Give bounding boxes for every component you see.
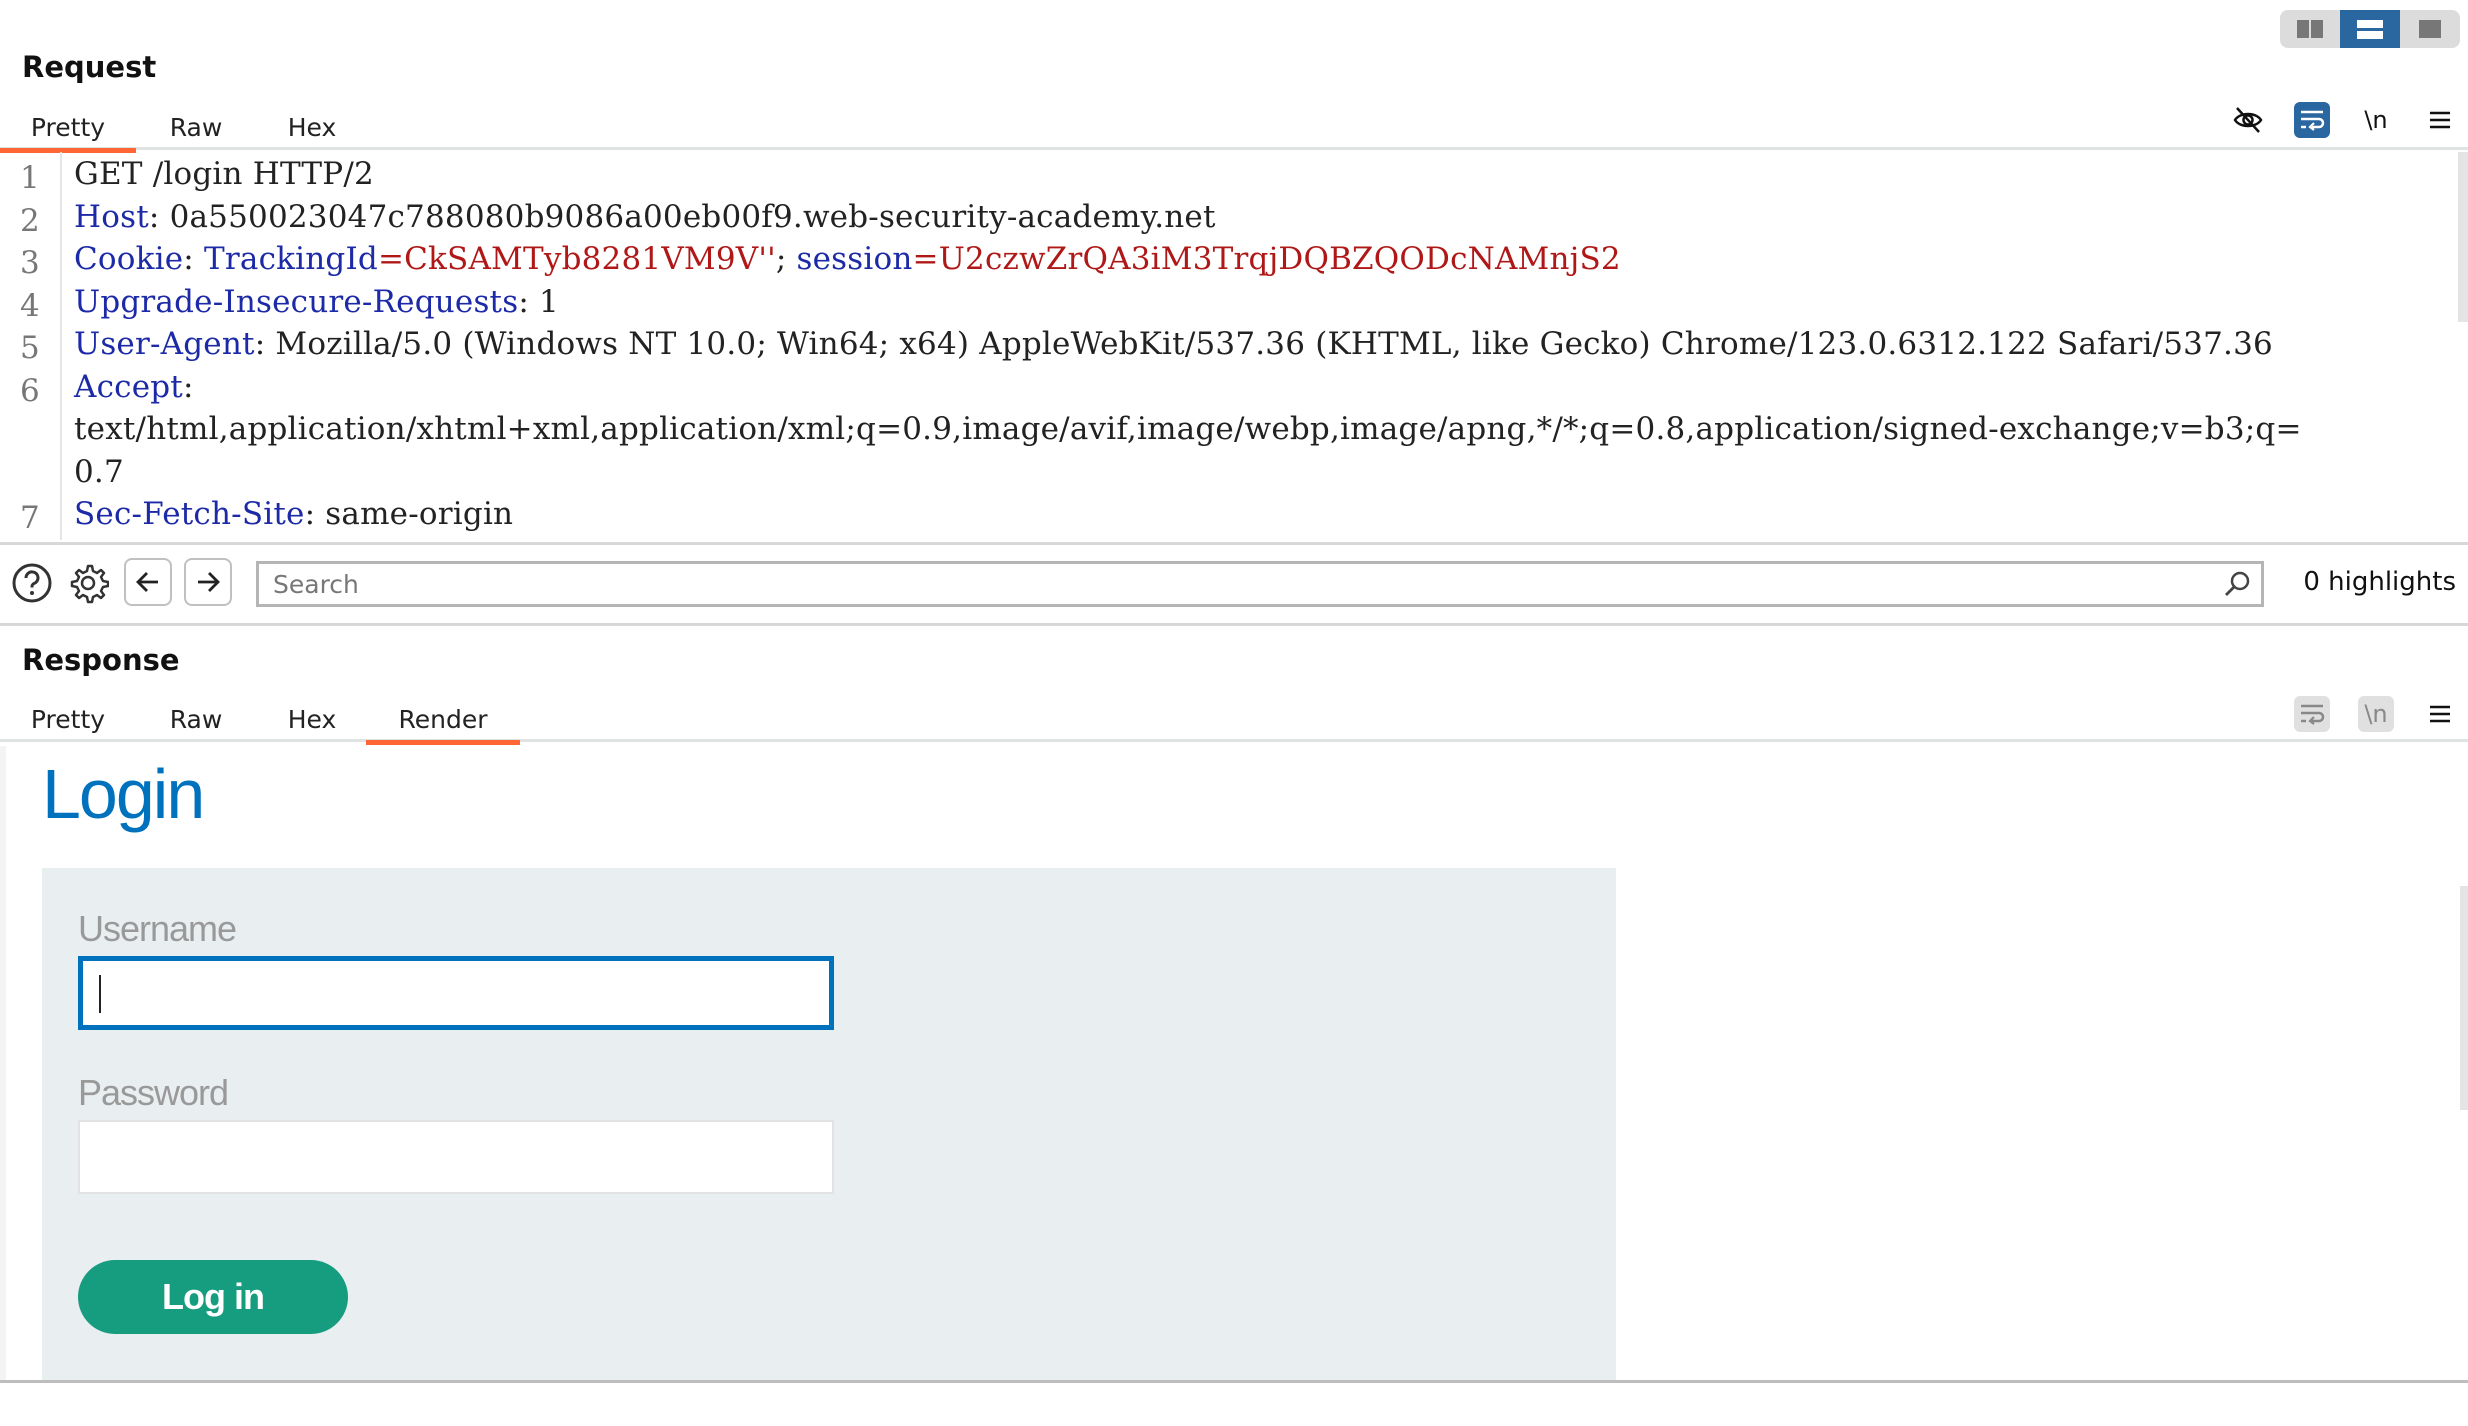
request-tabs: Pretty Raw Hex xyxy=(0,104,2468,153)
header-name: session xyxy=(796,241,913,277)
request-editor[interactable]: 1 GET /login HTTP/2 2 Host: 0a550023047c788… xyxy=(0,152,2468,540)
request-line[interactable]: Accept: xyxy=(74,369,194,405)
hamburger-menu-icon[interactable] xyxy=(2422,102,2458,138)
username-field[interactable] xyxy=(78,956,834,1030)
response-show-newlines-button[interactable]: \n xyxy=(2358,696,2394,732)
response-tab-render[interactable]: Render xyxy=(366,696,520,745)
line-number: 4 xyxy=(20,287,40,324)
line-text: : same-origin xyxy=(304,496,514,532)
request-title: Request xyxy=(22,50,157,84)
header-name: Accept xyxy=(74,368,183,405)
bottom-divider xyxy=(0,1380,2468,1383)
request-scrollbar[interactable] xyxy=(2458,152,2468,322)
header-name: Upgrade-Insecure-Requests xyxy=(74,283,519,320)
line-text: text/html,application/xhtml+xml,applicat… xyxy=(74,411,2302,447)
header-name: User-Agent xyxy=(74,326,255,362)
line-text: : 0a550023047c788080b9086a00eb00f9.web-s… xyxy=(148,198,1216,235)
layout-stacked-button[interactable] xyxy=(2340,10,2400,48)
header-name: Cookie xyxy=(74,241,184,277)
header-name: Sec-Fetch-Site xyxy=(74,496,305,532)
response-tab-pretty[interactable]: Pretty xyxy=(0,696,136,742)
text-wrap-icon xyxy=(2301,704,2325,725)
text-wrap-icon xyxy=(2301,110,2325,131)
login-form: Username Password Log in xyxy=(42,868,1616,1380)
cookie-value: =U2czwZrQA3iM3TrqjDQBZQODcNAMnjS2 xyxy=(912,241,1621,277)
request-line[interactable]: User-Agent: Mozilla/5.0 (Windows NT 10.0… xyxy=(74,326,2273,362)
arrow-left-icon xyxy=(136,572,158,592)
search-input[interactable] xyxy=(256,561,2264,607)
line-number: 3 xyxy=(20,245,40,281)
gear-icon xyxy=(70,564,109,604)
rendered-response: Login Username Password Log in xyxy=(0,746,2468,1380)
highlights-count: 0 highlights xyxy=(2303,567,2456,597)
request-line[interactable]: GET /login HTTP/2 xyxy=(74,156,374,192)
request-line[interactable]: 0.7 xyxy=(74,454,124,490)
search-icon[interactable] xyxy=(2222,569,2252,599)
search-bar: 0 highlights xyxy=(0,542,2468,626)
search-previous-button[interactable] xyxy=(124,558,172,606)
line-number: 5 xyxy=(20,330,40,366)
username-label: Username xyxy=(78,908,237,949)
request-line[interactable]: Cookie: TrackingId=CkSAMTyb8281VM9V''; s… xyxy=(74,241,1621,277)
response-scrollbar[interactable] xyxy=(2460,886,2468,1110)
line-text: : Mozilla/5.0 (Windows NT 10.0; Win64; x… xyxy=(254,326,2273,362)
render-border xyxy=(0,746,6,1380)
text-caret xyxy=(99,975,101,1013)
cookie-value: =CkSAMTyb8281VM9V'' xyxy=(377,241,776,277)
response-menu-button[interactable] xyxy=(2422,696,2458,732)
layout-toggle xyxy=(2280,10,2460,48)
request-tab-pretty[interactable]: Pretty xyxy=(0,104,136,153)
line-number: 6 xyxy=(20,372,40,409)
line-text: 0.7 xyxy=(74,453,124,490)
rows-icon xyxy=(2357,19,2383,39)
line-number: 1 xyxy=(20,160,40,196)
help-icon xyxy=(12,563,52,603)
response-wrap-lines-button[interactable] xyxy=(2294,696,2330,732)
line-text: : xyxy=(182,368,194,405)
response-tab-hex[interactable]: Hex xyxy=(272,696,352,742)
line-text: ; xyxy=(775,241,797,277)
response-toolbar: \n xyxy=(2294,696,2458,732)
password-label: Password xyxy=(78,1072,229,1113)
header-name: Host xyxy=(74,198,149,235)
line-number: 2 xyxy=(20,202,40,239)
arrow-right-icon xyxy=(198,572,220,592)
single-pane-icon xyxy=(2419,20,2441,38)
hamburger-menu-icon xyxy=(2430,705,2450,723)
layout-side-by-side-button[interactable] xyxy=(2280,10,2340,48)
line-number: 7 xyxy=(20,500,40,536)
password-field[interactable] xyxy=(78,1120,834,1194)
line-text: : 1 xyxy=(518,283,559,320)
show-newlines-button[interactable]: \n xyxy=(2358,102,2394,138)
layout-single-button[interactable] xyxy=(2400,10,2460,48)
request-toolbar: \n xyxy=(2230,102,2458,138)
help-button[interactable] xyxy=(10,561,54,605)
request-line[interactable]: Upgrade-Insecure-Requests: 1 xyxy=(74,284,559,320)
line-text: : xyxy=(183,241,204,277)
response-tabs: Pretty Raw Hex Render xyxy=(0,696,2468,745)
line-text: GET /login HTTP/2 xyxy=(74,156,374,192)
login-button[interactable]: Log in xyxy=(78,1260,348,1334)
search-next-button[interactable] xyxy=(184,558,232,606)
request-line[interactable]: Sec-Fetch-Site: same-origin xyxy=(74,496,513,532)
response-tab-raw[interactable]: Raw xyxy=(156,696,236,742)
eye-slash-icon xyxy=(2233,107,2263,133)
request-line[interactable]: Host: 0a550023047c788080b9086a00eb00f9.w… xyxy=(74,199,1216,235)
hide-nonprintable-button[interactable] xyxy=(2230,102,2266,138)
columns-icon xyxy=(2297,20,2323,38)
request-tab-hex[interactable]: Hex xyxy=(272,104,352,150)
header-name: TrackingId xyxy=(204,241,378,277)
request-tab-raw[interactable]: Raw xyxy=(156,104,236,150)
wrap-lines-button[interactable] xyxy=(2294,102,2330,138)
request-line[interactable]: text/html,application/xhtml+xml,applicat… xyxy=(74,411,2302,447)
login-heading: Login xyxy=(42,755,205,833)
response-title: Response xyxy=(22,643,180,677)
settings-button[interactable] xyxy=(66,561,110,605)
